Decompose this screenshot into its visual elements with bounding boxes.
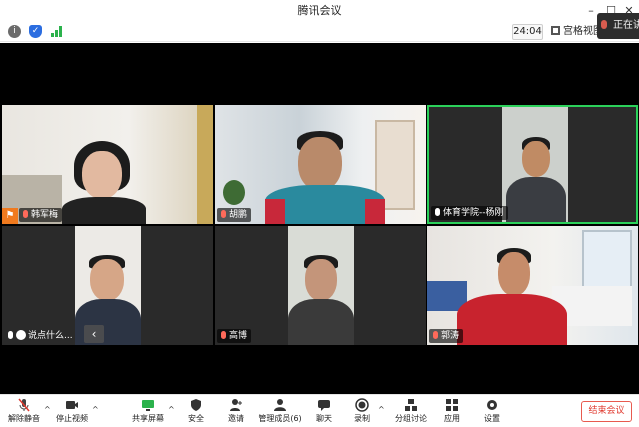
participant-name: 韩军梅 xyxy=(31,210,59,220)
share-screen-button[interactable]: 共享屏幕 xyxy=(130,397,166,427)
grid-view-button[interactable]: 宫格视图 xyxy=(551,24,603,40)
video-tile[interactable]: 高博 xyxy=(215,226,426,345)
info-icon[interactable]: i xyxy=(8,25,21,38)
chat-input[interactable]: 说点什么... xyxy=(16,329,73,343)
meeting-window: 腾讯会议 – ☐ ✕ i ✓ 24:04 宫格视图 ⚑ 韩军梅 胡鹏 体育学院-… xyxy=(0,0,639,427)
shield-icon[interactable]: ✓ xyxy=(29,25,42,38)
video-tile[interactable]: ⚑ 韩军梅 xyxy=(2,105,213,224)
participant-label: 胡鹏 xyxy=(217,208,252,222)
video-tile[interactable]: 胡鹏 xyxy=(215,105,426,224)
mic-muted-icon xyxy=(18,398,30,412)
record-icon xyxy=(355,398,369,412)
chevron-up-icon[interactable]: ^ xyxy=(44,405,51,414)
participant-label: 韩军梅 xyxy=(19,208,63,222)
chat-icon xyxy=(318,400,330,411)
info-bar: i ✓ 24:04 宫格视图 xyxy=(0,22,639,42)
mic-muted-icon xyxy=(433,331,438,339)
participant-name: 高博 xyxy=(229,331,248,341)
video-tile[interactable]: 小 说点什么... ‹ xyxy=(2,226,213,345)
mic-icon xyxy=(8,331,13,339)
mic-icon xyxy=(435,208,440,216)
chat-placeholder: 说点什么... xyxy=(28,331,73,341)
chevron-left-icon[interactable]: ‹ xyxy=(84,325,104,343)
bottom-toolbar: 解除静音 ^ 停止视频 ^ 共享屏幕 ^ 安全 邀请 管理成员(6) 聊天 录制… xyxy=(0,394,639,427)
participant-label: 郭涛 xyxy=(429,329,464,343)
chevron-up-icon[interactable]: ^ xyxy=(378,405,385,414)
manage-members-button[interactable]: 管理成员(6) xyxy=(256,397,304,427)
participant-label: 高博 xyxy=(217,329,252,343)
breakout-button[interactable]: 分组讨论 xyxy=(393,397,429,427)
participant-name: 体育学院--杨刚 xyxy=(443,208,504,218)
apps-icon xyxy=(446,399,458,411)
signal-icon[interactable] xyxy=(50,25,63,38)
end-meeting-button[interactable]: 结束会议 xyxy=(581,401,632,422)
chevron-up-icon[interactable]: ^ xyxy=(92,405,99,414)
breakout-icon xyxy=(405,399,417,411)
speaking-indicator: 正在讲话 xyxy=(597,13,639,39)
settings-button[interactable]: 设置 xyxy=(478,397,506,427)
video-tile[interactable]: 郭涛 xyxy=(427,226,638,345)
mic-muted-icon xyxy=(23,210,28,218)
speaking-label: 正在讲话 xyxy=(613,20,639,31)
grid-icon xyxy=(551,26,560,35)
unmute-button[interactable]: 解除静音 xyxy=(6,397,42,427)
apps-button[interactable]: 应用 xyxy=(438,397,466,427)
meeting-timer: 24:04 xyxy=(512,24,543,40)
window-title: 腾讯会议 xyxy=(297,4,342,17)
participant-name: 郭涛 xyxy=(441,331,460,341)
chat-button[interactable]: 聊天 xyxy=(310,397,338,427)
gear-icon xyxy=(487,400,497,410)
record-button[interactable]: 录制 xyxy=(348,397,376,427)
emoji-icon[interactable] xyxy=(16,330,26,340)
stop-video-button[interactable]: 停止视频 xyxy=(54,397,90,427)
users-icon xyxy=(274,399,286,411)
invite-button[interactable]: 邀请 xyxy=(222,397,250,427)
mic-muted-icon xyxy=(221,331,226,339)
shield-icon xyxy=(191,399,201,411)
host-icon: ⚑ xyxy=(2,208,18,224)
share-screen-icon xyxy=(142,400,154,411)
chevron-up-icon[interactable]: ^ xyxy=(168,405,175,414)
mic-muted-icon xyxy=(221,210,226,218)
mic-icon xyxy=(601,20,607,29)
participant-label: 体育学院--杨刚 xyxy=(431,206,508,220)
add-user-icon xyxy=(230,399,242,411)
participant-name: 胡鹏 xyxy=(229,210,248,220)
camera-icon xyxy=(66,401,78,409)
video-grid: ⚑ 韩军梅 胡鹏 体育学院--杨刚 说点什么... ‹ 高博 郭涛 xyxy=(0,43,639,394)
video-tile-active[interactable]: 体育学院--杨刚 xyxy=(427,105,638,224)
security-button[interactable]: 安全 xyxy=(182,397,210,427)
title-bar: 腾讯会议 – ☐ ✕ xyxy=(0,0,639,22)
